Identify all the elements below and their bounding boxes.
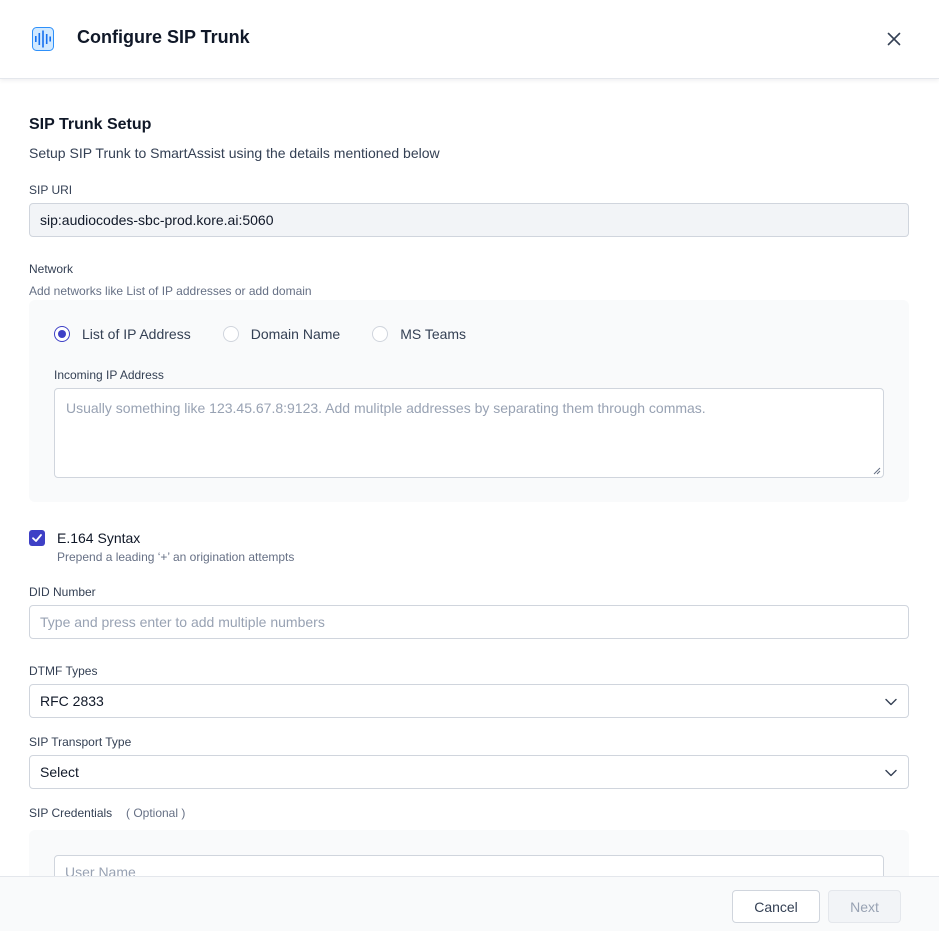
radio-domain-name[interactable]: Domain Name: [222, 326, 341, 342]
next-button[interactable]: Next: [828, 890, 901, 923]
did-number-input[interactable]: Type and press enter to add multiple num…: [29, 605, 909, 639]
incoming-ip-label: Incoming IP Address: [54, 368, 164, 382]
checkmark-icon: [32, 534, 42, 542]
radio-indicator[interactable]: [222, 326, 239, 342]
radio-label: Domain Name: [250, 326, 341, 342]
dialog-header: Configure SIP Trunk: [0, 0, 939, 79]
resize-grip-icon[interactable]: [873, 467, 881, 475]
sip-uri-field[interactable]: sip:audiocodes-sbc-prod.kore.ai:5060: [29, 203, 909, 237]
textarea-placeholder: Usually something like 123.45.67.8:9123.…: [66, 400, 706, 416]
dialog-body[interactable]: SIP Trunk Setup Setup SIP Trunk to Smart…: [0, 80, 939, 876]
network-hint: Add networks like List of IP addresses o…: [29, 284, 312, 298]
e164-checkbox[interactable]: [29, 530, 45, 546]
sip-transport-select[interactable]: Select: [29, 755, 909, 789]
username-placeholder: User Name: [65, 864, 136, 876]
dialog-title: Configure SIP Trunk: [77, 27, 250, 47]
network-label: Network: [29, 262, 74, 276]
network-radio-group: List of IP Address Domain Name MS Teams: [54, 326, 498, 342]
radio-list-of-ip[interactable]: List of IP Address: [54, 326, 191, 342]
radio-ms-teams[interactable]: MS Teams: [372, 326, 466, 342]
did-number-label: DID Number: [29, 585, 96, 599]
radio-selected-indicator[interactable]: [54, 326, 70, 342]
sip-credentials-panel: User Name: [29, 830, 909, 876]
sip-credentials-optional: ( Optional ): [126, 806, 186, 820]
network-panel: List of IP Address Domain Name MS Teams …: [29, 300, 909, 502]
sip-uri-label: SIP URI: [29, 183, 73, 197]
did-number-placeholder: Type and press enter to add multiple num…: [40, 614, 325, 630]
sip-transport-label: SIP Transport Type: [29, 735, 132, 749]
e164-label: E.164 Syntax: [57, 530, 141, 546]
dialog-footer: Cancel Next: [0, 876, 939, 931]
radio-indicator[interactable]: [372, 326, 389, 342]
sip-credentials-label: SIP Credentials: [29, 806, 113, 820]
radio-label: List of IP Address: [82, 326, 191, 342]
radio-label: MS Teams: [400, 326, 467, 342]
dtmf-types-label: DTMF Types: [29, 664, 98, 678]
cancel-button[interactable]: Cancel: [732, 890, 820, 923]
dtmf-types-select[interactable]: RFC 2833: [29, 684, 909, 718]
username-input[interactable]: User Name: [54, 855, 884, 876]
dtmf-selected-value: RFC 2833: [40, 693, 104, 709]
sip-transport-selected-value: Select: [40, 764, 79, 780]
incoming-ip-textarea[interactable]: Usually something like 123.45.67.8:9123.…: [54, 388, 884, 478]
section-description: Setup SIP Trunk to SmartAssist using the…: [29, 145, 440, 161]
chevron-down-icon: [885, 769, 897, 777]
close-icon[interactable]: [884, 29, 904, 49]
sound-wave-icon: [32, 27, 54, 51]
chevron-down-icon: [885, 698, 897, 706]
e164-hint: Prepend a leading ‘+’ an origination att…: [57, 550, 295, 564]
section-title: SIP Trunk Setup: [29, 116, 152, 133]
